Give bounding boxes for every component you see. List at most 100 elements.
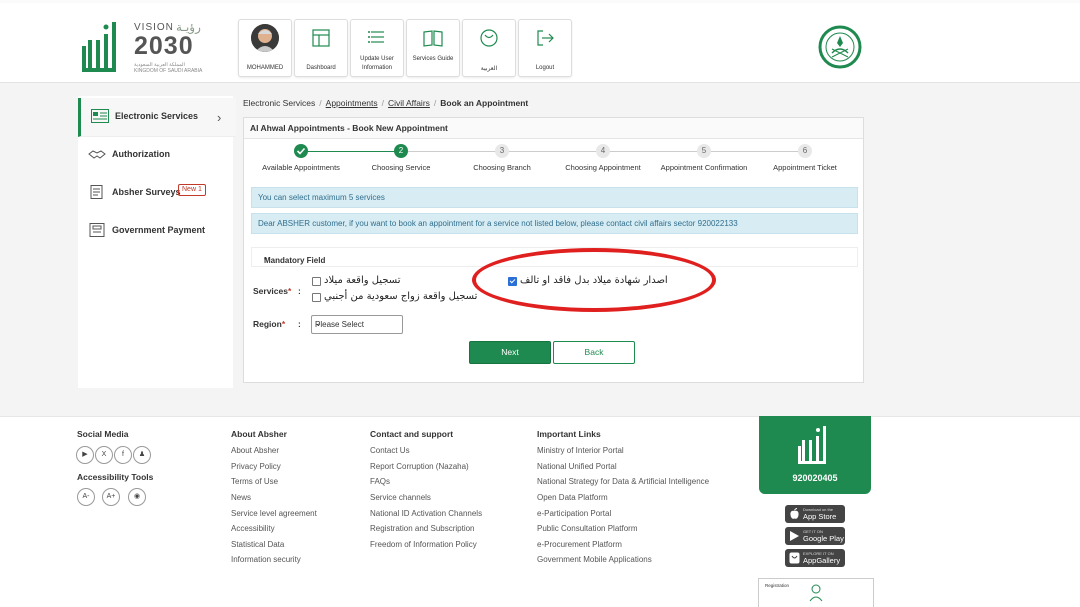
snapchat-icon[interactable]: ♟ [133,446,151,464]
app-store-button[interactable]: Download on the App Store [785,505,845,523]
increase-font-button[interactable]: A+ [102,488,120,506]
footer-link[interactable]: National Strategy for Data & Artificial … [537,477,709,486]
highlight-circle-annotation [472,248,716,312]
registration-badge[interactable]: Registration [758,578,874,607]
contact-note-alert: Dear ABSHER customer, if you want to boo… [251,213,858,234]
footer-link[interactable]: e-Procurement Platform [537,540,622,549]
language-icon [480,29,498,47]
decrease-font-button[interactable]: A- [77,488,95,506]
sidebar-item-absher-surveys[interactable]: Absher Surveys New 1 [78,174,233,212]
social-media-heading: Social Media [77,429,129,439]
footer-link[interactable]: e-Participation Portal [537,509,611,518]
breadcrumb-separator: / [433,98,437,108]
check-icon [296,147,306,155]
footer-link[interactable]: Contact Us [370,446,410,455]
dashboard-label: Dashboard [306,65,336,71]
footer-link[interactable]: Freedom of Information Policy [370,540,477,549]
footer-link[interactable]: Government Mobile Applications [537,555,652,564]
footer-link[interactable]: Service channels [370,493,431,502]
service-checkbox-birth-registration[interactable] [312,277,321,286]
footer-link[interactable]: Information security [231,555,301,564]
header: VISION رؤيـة 2030 المملكة العربية السعود… [0,0,1080,83]
region-select[interactable]: Please Select ⌄ [311,315,403,334]
footer-link[interactable]: Privacy Policy [231,462,281,471]
x-twitter-icon[interactable]: X [95,446,113,464]
mandatory-label: Mandatory Field [264,256,326,265]
top-strip [0,0,1080,3]
breadcrumb-electronic-services[interactable]: Electronic Services [243,98,315,108]
service-option-marriage-registration[interactable]: تسجيل واقعة زواج سعودية من أجنبي [324,291,477,302]
step-6: 6 [798,144,812,158]
step-1-label: Available Appointments [262,163,340,172]
app-store-label: App Store [803,512,837,521]
language-button[interactable]: العربية [462,19,516,77]
max-services-alert: You can select maximum 5 services [251,187,858,208]
breadcrumb-appointments[interactable]: Appointments [326,98,378,108]
footer-link[interactable]: Statistical Data [231,540,284,549]
breadcrumb-current: Book an Appointment [440,98,529,108]
next-button[interactable]: Next [469,341,551,364]
sidebar-item-electronic-services[interactable]: Electronic Services › [78,98,236,137]
google-play-icon [790,531,799,541]
vision-sub-en: KINGDOM OF SAUDI ARABIA [134,68,203,74]
footer-link[interactable]: About Absher [231,446,279,455]
service-checkbox-marriage-registration[interactable] [312,293,321,302]
footer-link[interactable]: News [231,493,251,502]
services-label-wrap: Services* [253,286,291,296]
region-label: Region [253,319,282,329]
app-gallery-button[interactable]: EXPLORE IT ON AppGallery [785,549,845,567]
new-badge: New 1 [178,184,206,196]
footer-link[interactable]: Open Data Platform [537,493,608,502]
footer-link[interactable]: National ID Activation Channels [370,509,482,518]
required-asterisk: * [281,319,286,329]
services-guide-button[interactable]: Services Guide [406,19,460,77]
footer-link[interactable]: Ministry of Interior Portal [537,446,624,455]
region-label-wrap: Region* [253,319,285,329]
footer-link[interactable]: FAQs [370,477,390,486]
service-option-birth-registration[interactable]: تسجيل واقعة ميلاد [324,275,400,286]
vision-2030-logo: VISION رؤيـة 2030 المملكة العربية السعود… [134,20,204,76]
update-user-info-button[interactable]: Update User Information [350,19,404,77]
logout-label: Logout [535,65,555,71]
survey-icon [90,185,103,199]
apple-icon [790,508,799,519]
about-absher-heading: About Absher [231,429,287,439]
footer-link[interactable]: Terms of Use [231,477,278,486]
facebook-icon[interactable]: f [114,446,132,464]
step-3-label: Choosing Branch [473,163,531,172]
step-2-label: Choosing Service [371,163,431,172]
important-links-heading: Important Links [537,429,601,439]
logout-button[interactable]: Logout [518,19,572,77]
sidebar: Electronic Services › Authorization Absh… [78,96,236,388]
footer-link[interactable]: National Unified Portal [537,462,617,471]
user-name: MOHAMMED [246,65,284,71]
google-play-button[interactable]: GET IT ON Google Play [785,527,845,545]
accessibility-tools-heading: Accessibility Tools [77,472,154,482]
absher-logo[interactable] [80,20,124,76]
footer-link[interactable]: Registration and Subscription [370,524,475,533]
eye-icon[interactable]: ◉ [128,488,146,506]
handshake-icon [88,150,106,159]
user-profile-button[interactable]: MOHAMMED [238,19,292,77]
registration-label: Registration [765,583,790,588]
back-button[interactable]: Back [553,341,635,364]
contact-note-text: Dear ABSHER customer, if you want to boo… [258,219,738,228]
footer-link[interactable]: Service level agreement [231,509,317,518]
max-services-text: You can select maximum 5 services [258,193,385,202]
sidebar-item-government-payment[interactable]: Government Payment [78,212,233,250]
services-icon [91,109,109,123]
footer-link[interactable]: Public Consultation Platform [537,524,638,533]
breadcrumb-civil-affairs[interactable]: Civil Affairs [388,98,430,108]
footer-link[interactable]: Accessibility [231,524,275,533]
payment-icon [89,223,105,237]
step-6-label: Appointment Ticket [773,163,837,172]
step-5-label: Appointment Confirmation [660,163,748,172]
sidebar-item-authorization[interactable]: Authorization [78,136,233,174]
book-icon [423,30,443,47]
sidebar-item-label: Government Payment [112,225,206,235]
step-2: 2 [394,144,408,158]
dashboard-button[interactable]: Dashboard [294,19,348,77]
youtube-icon[interactable]: ▶ [76,446,94,464]
dashboard-icon [312,29,330,47]
footer-link[interactable]: Report Corruption (Nazaha) [370,462,469,471]
